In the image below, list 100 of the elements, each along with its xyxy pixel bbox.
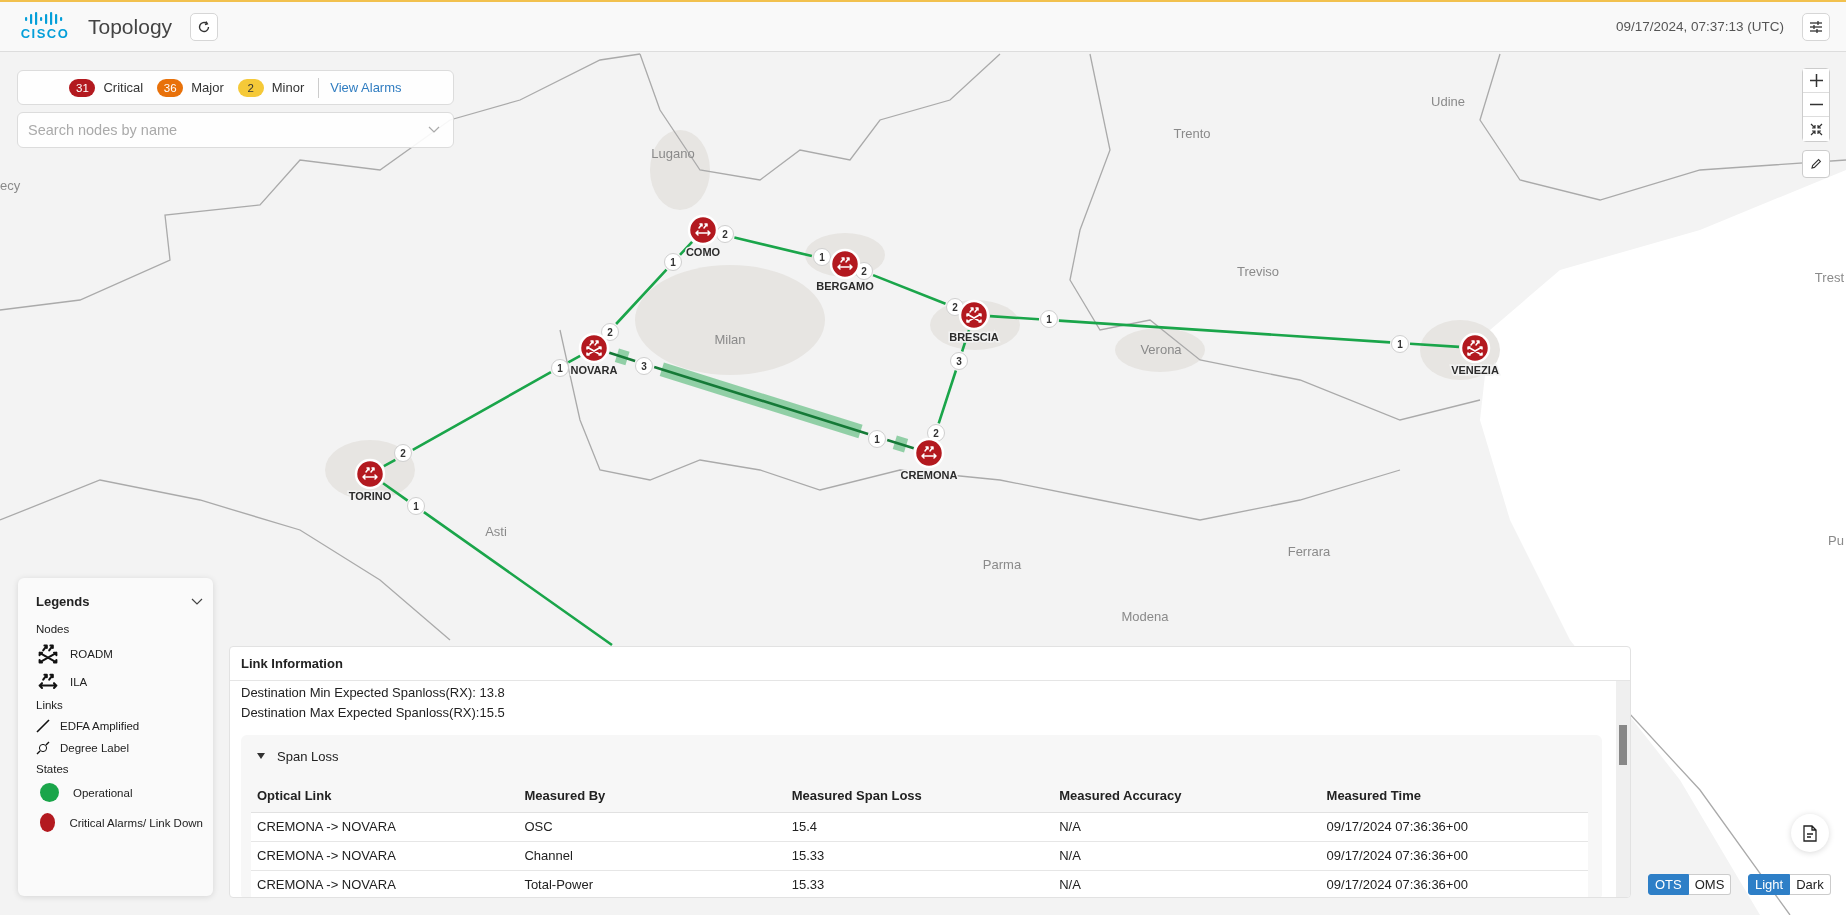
- toggle-option[interactable]: Light: [1748, 874, 1791, 895]
- place-label: Parma: [982, 557, 1022, 572]
- view-alarms-link[interactable]: View Alarms: [330, 80, 402, 95]
- legend-label: Operational: [73, 786, 133, 799]
- info-line: Destination Min Expected Spanloss(RX): 13.8: [241, 684, 506, 702]
- table-cell: 09/17/2024 07:36:36+00: [1320, 812, 1588, 842]
- ila-node[interactable]: [829, 248, 861, 280]
- degree-label: 1: [1391, 335, 1409, 353]
- ila-node[interactable]: [354, 458, 386, 490]
- alarm-label: Critical: [103, 80, 144, 95]
- refresh-icon: [197, 19, 212, 34]
- place-label: ecy: [0, 178, 21, 193]
- roadm-icon: [36, 643, 60, 665]
- place-label: Trento: [1173, 126, 1211, 141]
- place-label: Treviso: [1236, 264, 1280, 279]
- table-cell: Channel: [518, 841, 786, 871]
- alarm-label: Minor: [271, 80, 305, 95]
- chevron-down-icon: [428, 126, 440, 134]
- plus-icon: [1809, 74, 1823, 87]
- info-line: Destination Max Expected Spanloss(RX):15.5: [241, 704, 506, 722]
- place-label: Ferrara: [1287, 544, 1331, 559]
- degree-label: 1: [664, 253, 682, 271]
- pencil-icon: [1810, 158, 1822, 170]
- legend-label: ROADM: [70, 648, 113, 660]
- table-cell: CREMONA -> NOVARA: [251, 812, 519, 842]
- node-label: COMO: [685, 246, 721, 258]
- logo-bars-icon: [25, 12, 65, 25]
- minus-icon: [1809, 103, 1823, 106]
- table-cell: 15.33: [785, 870, 1054, 897]
- alarm-count-badge: 2: [237, 78, 264, 97]
- table-cell: 09/17/2024 07:36:36+00: [1320, 841, 1588, 871]
- table-cell: 09/17/2024 07:36:36+00: [1320, 870, 1588, 897]
- roadm-node[interactable]: [958, 299, 990, 331]
- legend-label: ILA: [70, 676, 88, 688]
- degree-label: 1: [813, 248, 831, 266]
- legend-label: Critical Alarms/ Link Down: [69, 816, 203, 829]
- table-cell: CREMONA -> NOVARA: [251, 870, 519, 897]
- node-label: BERGAMO: [816, 280, 874, 292]
- toggle-option[interactable]: Dark: [1790, 874, 1831, 895]
- document-icon: [1803, 824, 1817, 842]
- column-header: Measured Span Loss: [785, 781, 1054, 813]
- column-header: Measured By: [518, 781, 786, 813]
- diagonal-line-icon: [36, 719, 50, 733]
- section-title[interactable]: Span Loss: [277, 748, 339, 764]
- degree-label: 1: [1040, 310, 1058, 328]
- legend-section-title: Nodes: [36, 623, 71, 635]
- alarm-count-badge: 36: [157, 78, 184, 97]
- logo-text: CISCO: [20, 27, 70, 41]
- place-label: Udine: [1431, 94, 1465, 109]
- alarm-label: Major: [191, 80, 224, 95]
- table-cell: 15.4: [785, 812, 1054, 842]
- table-cell: Total-Power: [518, 870, 786, 897]
- legend-section-title: Links: [36, 699, 64, 711]
- node-label: TORINO: [348, 490, 392, 502]
- column-header: Measured Time: [1320, 781, 1588, 813]
- timestamp: 09/17/2024, 07:37:13 (UTC): [1615, 19, 1784, 34]
- search-field[interactable]: Search nodes by name: [17, 112, 454, 148]
- legend-label: EDFA Amplified: [60, 720, 140, 732]
- page-title: Topology: [88, 14, 173, 39]
- node-label: CREMONA: [900, 469, 958, 481]
- place-label: Asti: [485, 524, 507, 539]
- table-cell: N/A: [1053, 841, 1321, 871]
- refresh-button[interactable]: [190, 12, 219, 41]
- place-label: Lugano: [651, 146, 695, 161]
- degree-label: 1: [868, 430, 886, 448]
- alarm-count-badge: 31: [69, 78, 96, 97]
- sliders-icon: [1809, 19, 1823, 34]
- toggle-option[interactable]: OMS: [1688, 874, 1732, 895]
- table-cell: OSC: [518, 812, 786, 842]
- zoom-in-button[interactable]: [1803, 69, 1829, 93]
- settings-button[interactable]: [1802, 12, 1830, 41]
- scrollbar[interactable]: [1616, 681, 1630, 897]
- table-cell: CREMONA -> NOVARA: [251, 841, 519, 871]
- place-label: Modena: [1121, 609, 1169, 624]
- panel-title: Link Information: [230, 647, 1630, 681]
- legend-title: Legends: [36, 594, 90, 609]
- compress-arrows-icon: [1809, 122, 1823, 136]
- node-label: NOVARA: [570, 364, 618, 376]
- table-cell: N/A: [1053, 870, 1321, 897]
- legend-section-title: States: [36, 763, 70, 775]
- place-label: Trest: [1814, 270, 1844, 285]
- table-cell: 15.33: [785, 841, 1054, 871]
- degree-label: 1: [551, 359, 569, 377]
- table-cell: N/A: [1053, 812, 1321, 842]
- degree-label: 2: [394, 444, 412, 462]
- edit-button[interactable]: [1802, 150, 1830, 178]
- column-header: Measured Accuracy: [1053, 781, 1321, 813]
- degree-label: 3: [950, 352, 968, 370]
- place-label: Milan: [714, 332, 746, 347]
- caret-icon[interactable]: [257, 753, 265, 759]
- place-label: Verona: [1140, 342, 1182, 357]
- toggle-option[interactable]: OTS: [1648, 874, 1689, 895]
- degree-label: 3: [635, 357, 653, 375]
- degree-label: 1: [407, 497, 425, 515]
- chevron-down-icon[interactable]: [191, 597, 203, 606]
- place-label: Pu: [1828, 533, 1844, 548]
- legend-label: Degree Label: [60, 742, 130, 754]
- node-label: VENEZIA: [1451, 364, 1499, 376]
- roadm-node[interactable]: [1459, 332, 1491, 364]
- column-header: Optical Link: [251, 781, 519, 813]
